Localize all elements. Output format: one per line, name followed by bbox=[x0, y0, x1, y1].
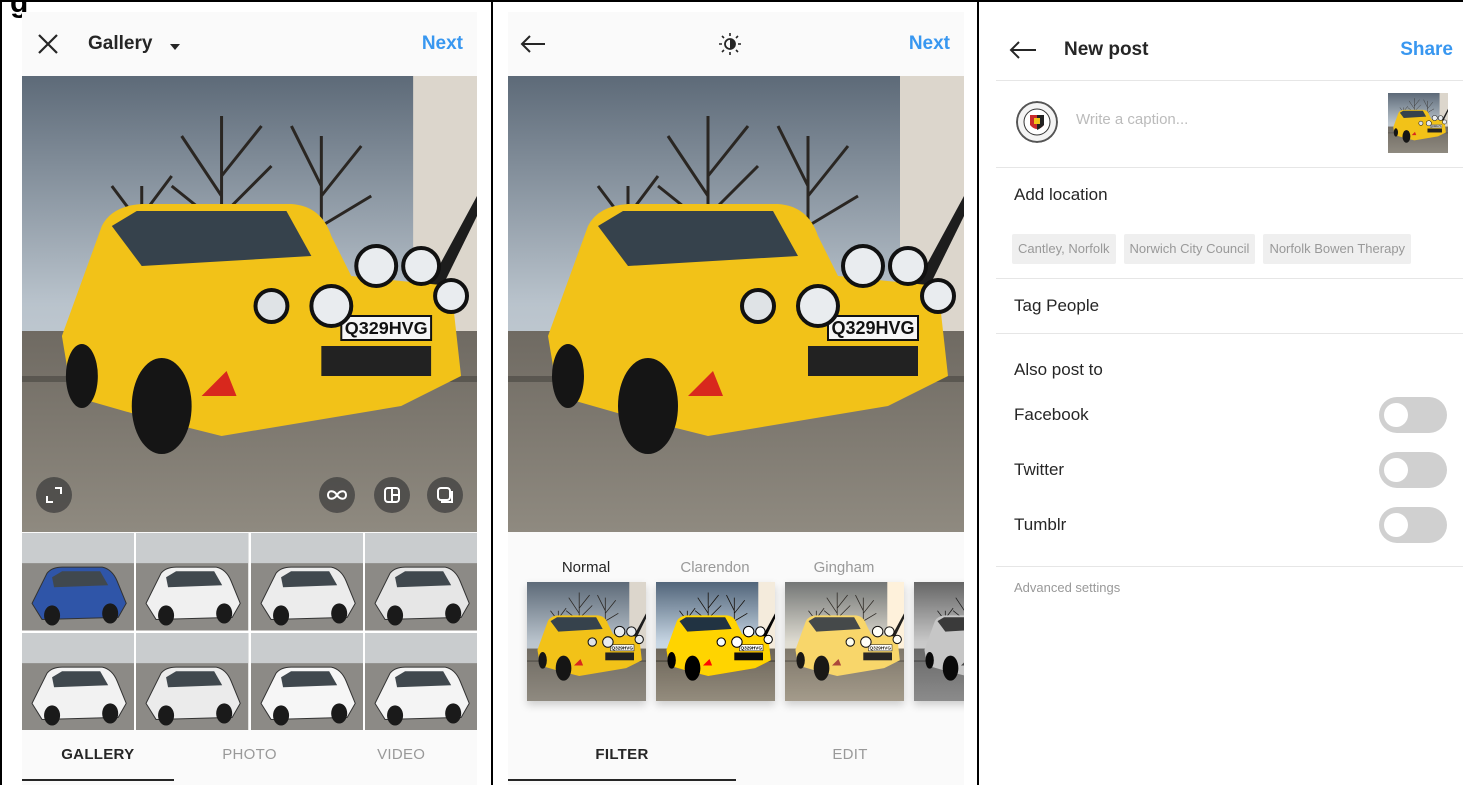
frame-divider-2 bbox=[977, 0, 979, 785]
chevron-down-icon bbox=[170, 34, 181, 56]
gallery-title: Gallery bbox=[88, 33, 153, 54]
share-button[interactable]: Share bbox=[1400, 20, 1453, 80]
expand-icon[interactable] bbox=[36, 477, 72, 513]
frame-divider-1 bbox=[491, 0, 493, 785]
filter-name: Normal bbox=[561, 559, 611, 576]
gallery-thumbnail[interactable] bbox=[250, 632, 363, 730]
add-location-button[interactable]: Add location bbox=[1014, 185, 1108, 205]
gallery-dropdown[interactable]: Gallery bbox=[88, 12, 181, 76]
gallery-thumbnail[interactable] bbox=[364, 632, 477, 730]
multiple-select-icon[interactable] bbox=[427, 477, 463, 513]
gallery-mode-tabs: GALLERY PHOTO VIDEO bbox=[22, 730, 477, 785]
gallery-top-bar: Gallery Next bbox=[22, 12, 477, 76]
filtered-photo-preview bbox=[508, 76, 964, 532]
gallery-thumbnail[interactable] bbox=[364, 533, 477, 631]
new-post-screen: New post Share Add location Cantley, Nor… bbox=[996, 12, 1463, 785]
filter-edit-tabs: FILTER EDIT bbox=[508, 730, 964, 785]
back-arrow-icon[interactable] bbox=[518, 30, 548, 58]
share-target-label-tumblr: Tumblr bbox=[1014, 515, 1067, 534]
close-icon[interactable] bbox=[34, 30, 62, 58]
location-section: Add location Cantley, Norfolk Norwich Cit… bbox=[996, 167, 1463, 279]
divider bbox=[996, 566, 1463, 567]
filter-screen: Next Normal Clarendon Gingham M FILTEREDIT bbox=[508, 12, 964, 785]
advanced-settings-link[interactable]: Advanced settings bbox=[1014, 580, 1120, 595]
tag-people-row[interactable]: Tag People bbox=[996, 278, 1463, 334]
gallery-thumbnail[interactable] bbox=[136, 632, 249, 730]
tag-people-label: Tag People bbox=[1014, 296, 1100, 315]
filter-thumbnail[interactable] bbox=[527, 582, 646, 701]
next-button[interactable]: Next bbox=[909, 12, 950, 76]
filter-name: Clarendon bbox=[680, 559, 750, 576]
gallery-thumbnail-grid bbox=[22, 533, 477, 730]
filter-thumbnail[interactable] bbox=[656, 582, 775, 701]
gallery-screen: Gallery Next GALLERY PHOTO VIDEO bbox=[22, 12, 477, 785]
filter-name-row: Normal Clarendon Gingham M bbox=[508, 559, 964, 579]
frame-top-border bbox=[0, 0, 1463, 2]
toggle-knob bbox=[1384, 458, 1408, 482]
filter-thumbnail[interactable] bbox=[914, 582, 964, 701]
location-chip[interactable]: Norfolk Bowen Therapy bbox=[1263, 234, 1412, 264]
toggle-knob bbox=[1384, 513, 1408, 537]
gallery-thumbnail[interactable] bbox=[250, 533, 363, 631]
frame-left-border bbox=[0, 0, 2, 785]
location-chip[interactable]: Cantley, Norfolk bbox=[1012, 234, 1116, 264]
filter-top-bar: Next bbox=[508, 12, 964, 76]
location-chip[interactable]: Norwich City Council bbox=[1123, 234, 1256, 264]
tab-gallery[interactable]: GALLERY bbox=[22, 730, 174, 785]
also-post-to-heading: Also post to bbox=[1014, 360, 1103, 379]
next-button[interactable]: Next bbox=[422, 12, 463, 76]
layout-icon[interactable] bbox=[374, 477, 410, 513]
toggle-knob bbox=[1384, 403, 1408, 427]
gallery-thumbnail[interactable] bbox=[136, 533, 249, 631]
avatar bbox=[1016, 101, 1058, 143]
share-target-label-facebook: Facebook bbox=[1014, 405, 1089, 424]
tab-photo[interactable]: PHOTO bbox=[174, 730, 326, 785]
caption-input[interactable] bbox=[1076, 111, 1356, 128]
brightness-icon[interactable] bbox=[718, 32, 742, 56]
tab-edit[interactable]: EDIT bbox=[736, 730, 964, 785]
location-suggestions: Cantley, Norfolk Norwich City Council Norf… bbox=[1012, 234, 1412, 264]
toggle-twitter[interactable] bbox=[1379, 452, 1447, 488]
gallery-thumbnail[interactable] bbox=[22, 632, 135, 730]
back-arrow-icon[interactable] bbox=[1008, 38, 1038, 62]
gallery-thumbnail[interactable] bbox=[22, 533, 135, 631]
filter-name: M bbox=[914, 559, 964, 576]
toggle-facebook[interactable] bbox=[1379, 397, 1447, 433]
toggle-tumblr[interactable] bbox=[1379, 507, 1447, 543]
share-target-label-twitter: Twitter bbox=[1014, 460, 1065, 479]
tab-filter[interactable]: FILTER bbox=[508, 730, 736, 785]
caption-row bbox=[996, 81, 1463, 168]
post-thumbnail bbox=[1388, 93, 1448, 153]
selected-photo-preview[interactable] bbox=[22, 76, 477, 532]
filter-name: Gingham bbox=[813, 559, 875, 576]
filter-thumbnail[interactable] bbox=[785, 582, 904, 701]
new-post-top-bar: New post Share bbox=[996, 20, 1463, 81]
page-title: New post bbox=[1064, 39, 1149, 60]
boomerang-icon[interactable] bbox=[319, 477, 355, 513]
tab-video[interactable]: VIDEO bbox=[325, 730, 477, 785]
